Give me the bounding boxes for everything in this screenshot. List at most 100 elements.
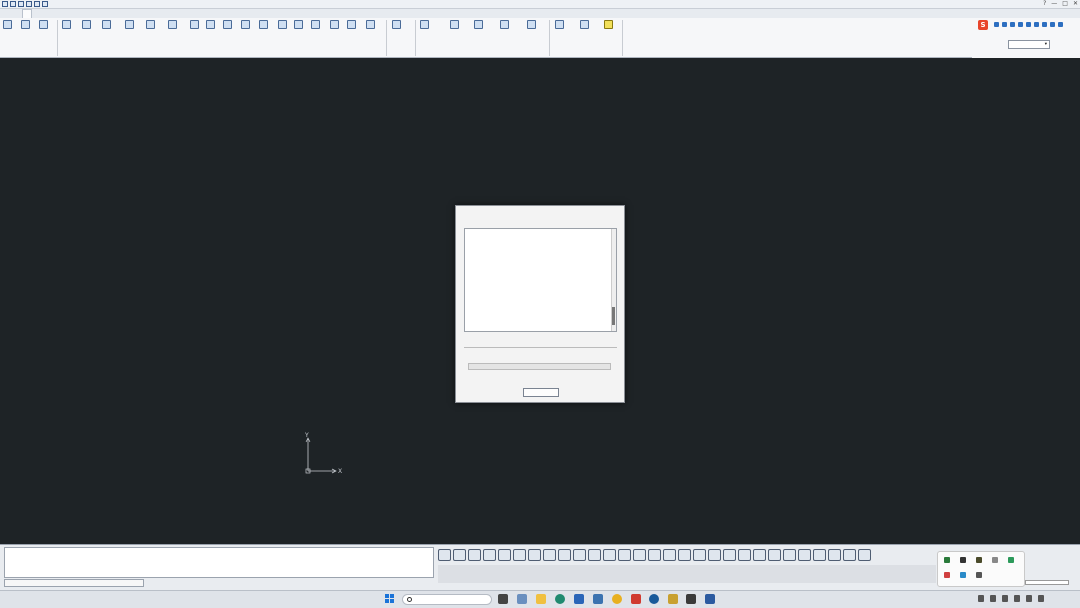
tool-wave-load[interactable]: [527, 20, 536, 29]
cube-top-icon[interactable]: [498, 549, 511, 561]
zoom-in-icon[interactable]: [573, 549, 586, 561]
tab-construction[interactable]: [88, 9, 96, 18]
save-icon[interactable]: [18, 1, 24, 7]
tool-importance[interactable]: [223, 20, 232, 29]
wrench-icon[interactable]: [723, 549, 736, 561]
help-icon[interactable]: ?: [1043, 0, 1046, 7]
taskbar-search[interactable]: [402, 594, 492, 605]
wifi-icon[interactable]: [1014, 595, 1020, 602]
tab-prestress[interactable]: [56, 9, 64, 18]
undo-icon[interactable]: [26, 1, 32, 7]
input-method-icon[interactable]: [1002, 595, 1008, 602]
ime-settings-icon[interactable]: [1050, 22, 1055, 27]
tool-special-wall[interactable]: [125, 20, 134, 29]
tool-special-brace[interactable]: [102, 20, 111, 29]
file-explorer-icon[interactable]: [517, 594, 527, 604]
teapot-icon[interactable]: [603, 549, 616, 561]
orbit-icon[interactable]: [558, 549, 571, 561]
ime-punct-icon[interactable]: [1002, 22, 1007, 27]
tray-app-icon[interactable]: [960, 572, 966, 578]
export-icon[interactable]: [783, 549, 796, 561]
tab-steel-design[interactable]: [72, 9, 80, 18]
tool-seismic-grade[interactable]: [190, 20, 199, 29]
ruler-icon[interactable]: [633, 549, 646, 561]
tool-load-adjust[interactable]: [311, 20, 320, 29]
tool-multi-edit[interactable]: [39, 20, 48, 29]
zoom-out-icon[interactable]: [588, 549, 601, 561]
tray-app-icon[interactable]: [944, 572, 950, 578]
tool-node-prop[interactable]: [168, 20, 177, 29]
tab-forensic[interactable]: [128, 9, 136, 18]
tool-gen-data[interactable]: [555, 20, 564, 29]
log-scroll-thumb[interactable]: [612, 307, 615, 325]
rotate-icon[interactable]: [468, 549, 481, 561]
app-icon[interactable]: [631, 594, 641, 604]
tool-temp-load[interactable]: [500, 20, 509, 29]
ime-cn-icon[interactable]: [994, 22, 999, 27]
window-split-icon[interactable]: [858, 549, 871, 561]
ime-skin-icon[interactable]: [1026, 22, 1031, 27]
ime-grid-icon[interactable]: [1042, 22, 1047, 27]
tool-material-strength[interactable]: [206, 20, 215, 29]
select-icon[interactable]: [438, 549, 451, 561]
app-icon[interactable]: [668, 594, 678, 604]
tab-pre-analysis[interactable]: [22, 9, 32, 18]
ime-mic-icon[interactable]: [1010, 22, 1015, 27]
new-file-icon[interactable]: [2, 1, 8, 7]
tab-assembly[interactable]: [96, 9, 104, 18]
tab-foundation[interactable]: [40, 9, 48, 18]
app-icon[interactable]: [686, 594, 696, 604]
tool-replace[interactable]: [347, 20, 356, 29]
tool-calc-params[interactable]: [3, 20, 12, 29]
find-icon[interactable]: [663, 549, 676, 561]
floor-select[interactable]: ▾: [1008, 40, 1050, 49]
stop-calculation-button[interactable]: [523, 388, 559, 397]
camera-icon[interactable]: [738, 549, 751, 561]
tool-special-beam[interactable]: [62, 20, 71, 29]
app-icon[interactable]: [574, 594, 584, 604]
tool-delete[interactable]: [330, 20, 339, 29]
tool-special-column[interactable]: [82, 20, 91, 29]
tab-quantity[interactable]: [120, 9, 128, 18]
folder-icon[interactable]: [536, 594, 546, 604]
tool-damping[interactable]: [259, 20, 268, 29]
tool-floor-prop[interactable]: [392, 20, 401, 29]
chrome-icon[interactable]: [612, 594, 622, 604]
tool-calc-length[interactable]: [474, 20, 483, 29]
measure-icon[interactable]: [618, 549, 631, 561]
tool-weak-connection[interactable]: [241, 20, 250, 29]
print-icon[interactable]: [753, 549, 766, 561]
start-button[interactable]: [385, 594, 395, 604]
chevron-up-icon[interactable]: [978, 595, 984, 602]
box-icon[interactable]: [798, 549, 811, 561]
cube-side-icon[interactable]: [513, 549, 526, 561]
tray-app-icon[interactable]: [944, 557, 950, 563]
zoom-window-icon[interactable]: [678, 549, 691, 561]
ime-tools-icon[interactable]: [1034, 22, 1039, 27]
app-icon[interactable]: [649, 594, 659, 604]
task-view-icon[interactable]: [498, 594, 508, 604]
cube-front-icon[interactable]: [483, 549, 496, 561]
edge-icon[interactable]: [555, 594, 565, 604]
open-file-icon[interactable]: [10, 1, 16, 7]
tab-shape-design[interactable]: [104, 9, 112, 18]
app-icon[interactable]: [705, 594, 715, 604]
tray-app-icon[interactable]: [990, 595, 996, 602]
tray-wechat-icon[interactable]: [1008, 557, 1014, 563]
window-tile-icon[interactable]: [843, 549, 856, 561]
tab-results[interactable]: [32, 9, 40, 18]
tab-review[interactable]: [112, 9, 120, 18]
tab-compartment[interactable]: [48, 9, 56, 18]
pdf-icon[interactable]: [768, 549, 781, 561]
battery-icon[interactable]: [1038, 595, 1044, 602]
tab-dwg[interactable]: [14, 9, 22, 18]
tray-app-icon[interactable]: [976, 572, 982, 578]
ime-logo-icon[interactable]: S: [978, 20, 988, 30]
area-icon[interactable]: [648, 549, 661, 561]
tool-calc-sketch[interactable]: [580, 20, 589, 29]
tray-app-icon[interactable]: [976, 557, 982, 563]
tray-xbox-icon[interactable]: [960, 557, 966, 563]
tool-slab-prop[interactable]: [146, 20, 155, 29]
tool-load-combo[interactable]: [21, 20, 30, 29]
horizontal-scrollbar[interactable]: [1025, 580, 1069, 585]
